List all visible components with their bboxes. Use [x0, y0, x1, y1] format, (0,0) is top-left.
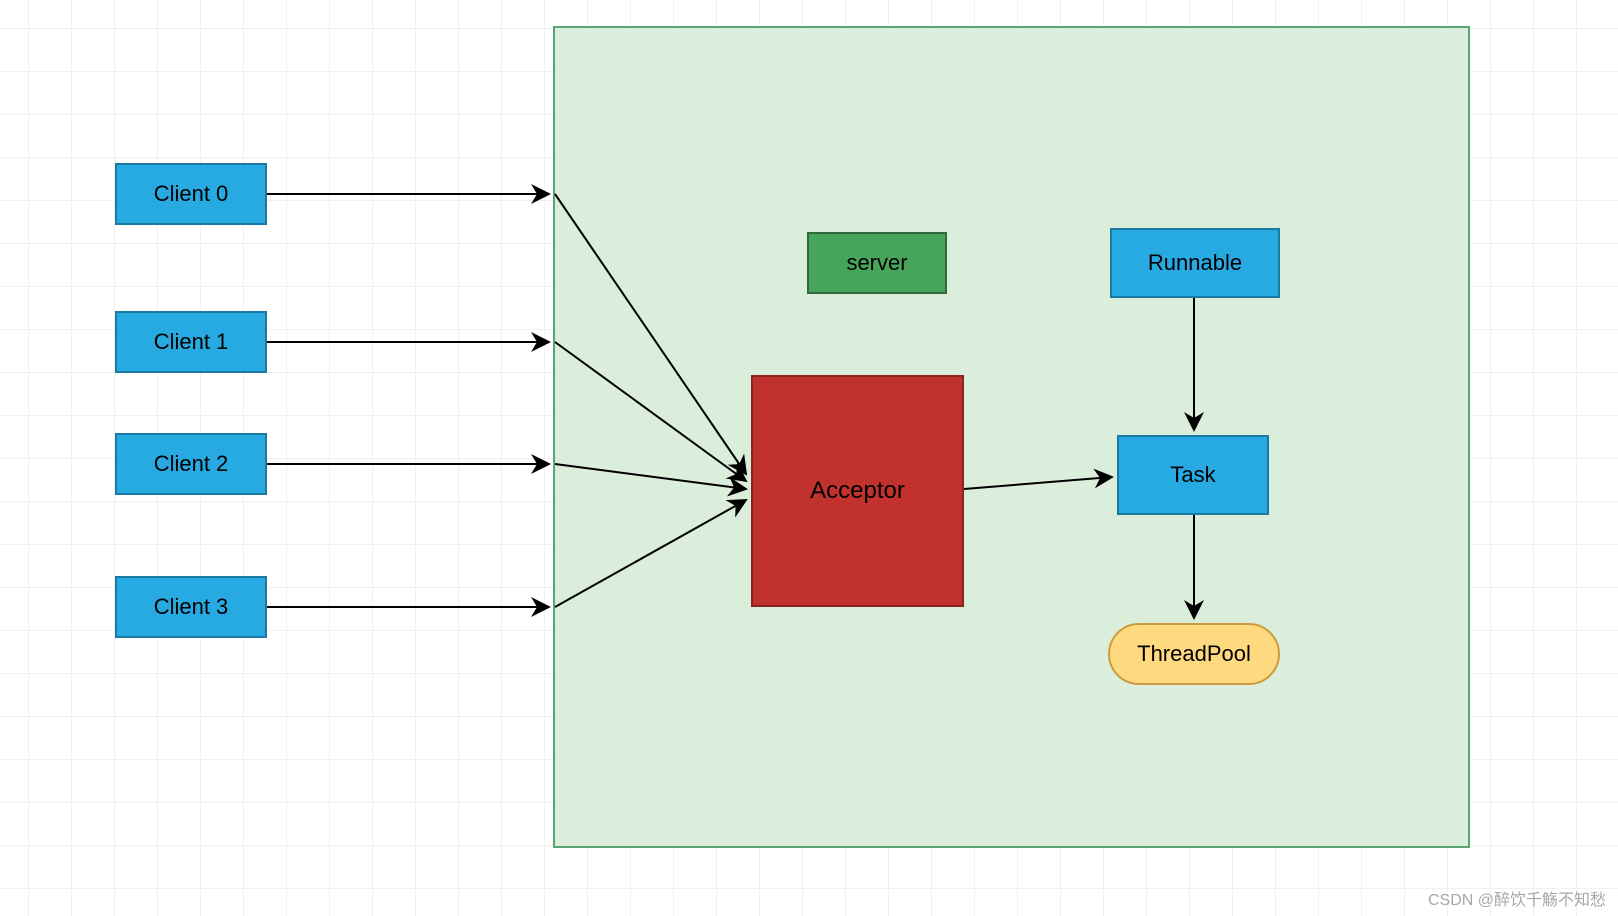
watermark-text: CSDN @醉饮千觞不知愁 [1428, 892, 1606, 909]
runnable-box: Runnable [1110, 228, 1280, 298]
client-1-box: Client 1 [115, 311, 267, 373]
threadpool-label: ThreadPool [1137, 641, 1251, 667]
server-box: server [807, 232, 947, 294]
client-3-box: Client 3 [115, 576, 267, 638]
client-0-label: Client 0 [154, 181, 229, 207]
acceptor-label: Acceptor [810, 477, 905, 505]
client-3-label: Client 3 [154, 594, 229, 620]
client-0-box: Client 0 [115, 163, 267, 225]
task-box: Task [1117, 435, 1269, 515]
server-label: server [846, 250, 907, 276]
client-2-label: Client 2 [154, 451, 229, 477]
watermark: CSDN @醉饮千觞不知愁 [1428, 886, 1606, 910]
task-label: Task [1170, 462, 1215, 488]
client-1-label: Client 1 [154, 329, 229, 355]
acceptor-box: Acceptor [751, 375, 964, 607]
client-2-box: Client 2 [115, 433, 267, 495]
server-container [553, 26, 1470, 848]
runnable-label: Runnable [1148, 250, 1242, 276]
threadpool-box: ThreadPool [1108, 623, 1280, 685]
